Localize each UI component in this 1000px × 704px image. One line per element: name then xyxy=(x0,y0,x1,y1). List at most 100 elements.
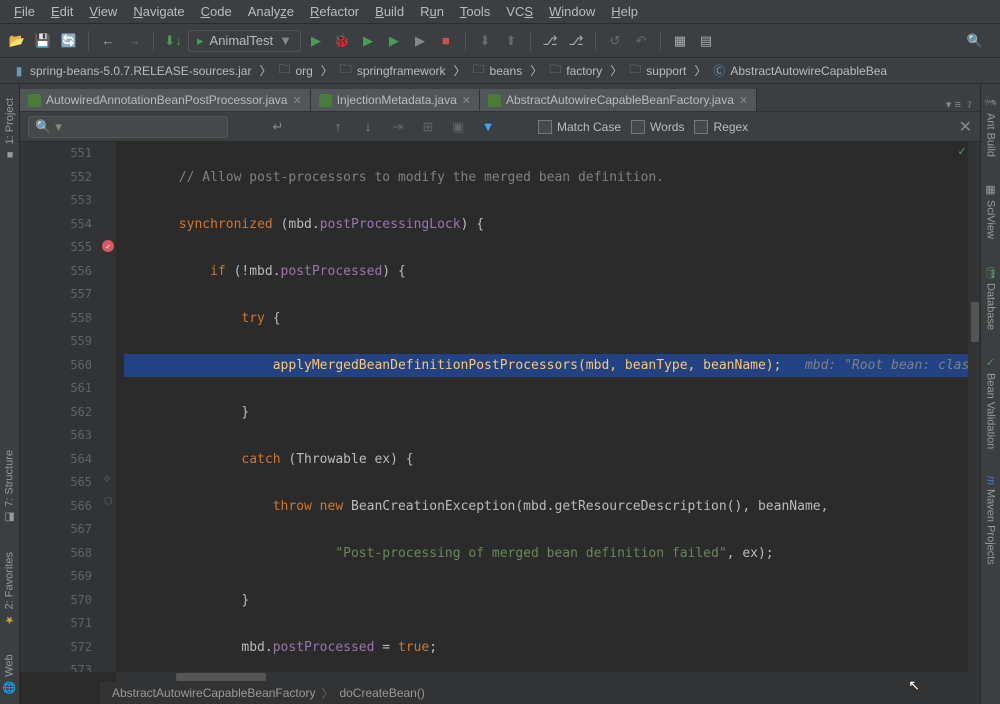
prev-match-icon[interactable]: ↑ xyxy=(328,117,348,137)
filter-icon[interactable]: ▼ xyxy=(478,117,498,137)
folder-icon: 🗀 xyxy=(628,64,642,78)
horizontal-scrollbar[interactable] xyxy=(116,672,980,682)
run-icon[interactable]: ▶ xyxy=(305,30,327,52)
editor-tabs: AutowiredAnnotationBeanPostProcessor.jav… xyxy=(20,84,980,112)
editor-breadcrumb: AbstractAutowireCapableBeanFactory 〉 doC… xyxy=(100,682,980,704)
branch-icon[interactable]: ⎇ xyxy=(539,30,561,52)
close-search-icon[interactable]: ✕ xyxy=(959,117,972,137)
revert-icon[interactable]: ↶ xyxy=(630,30,652,52)
ant-build-tool[interactable]: 🐜Ant Build xyxy=(984,92,997,161)
tab-autowired-processor[interactable]: AutowiredAnnotationBeanPostProcessor.jav… xyxy=(20,89,311,111)
close-icon[interactable]: ✕ xyxy=(739,94,748,107)
debug-icon[interactable]: 🐞 xyxy=(331,30,353,52)
crumb-springframework[interactable]: 🗀springframework xyxy=(333,62,454,80)
menu-code[interactable]: Code xyxy=(193,2,240,21)
folder-icon: 🗀 xyxy=(339,64,353,78)
checkbox-icon xyxy=(694,120,708,134)
menu-bar: File Edit View Navigate Code Analyze Ref… xyxy=(0,0,1000,24)
run-config-selector[interactable]: ▸ AnimalTest ▼ xyxy=(188,30,301,52)
cursor-icon: ↖ xyxy=(908,677,920,694)
fold-marker-icon[interactable]: ◇ xyxy=(104,473,110,484)
enter-icon[interactable]: ↵ xyxy=(268,117,288,137)
crumb-root[interactable]: ▮ spring-beans-5.0.7.RELEASE-sources.jar xyxy=(6,62,259,80)
stop-icon[interactable]: ■ xyxy=(435,30,457,52)
match-case-checkbox[interactable]: Match Case xyxy=(538,120,621,134)
fold-marker-icon[interactable]: ⬡ xyxy=(104,496,113,507)
breakpoint-icon[interactable]: ✓ xyxy=(102,240,114,252)
menu-window[interactable]: Window xyxy=(541,2,603,21)
folder-icon: 🗀 xyxy=(548,64,562,78)
database-tool[interactable]: 🛢Database xyxy=(984,261,997,334)
breadcrumb-class[interactable]: AbstractAutowireCapableBeanFactory xyxy=(112,686,315,700)
menu-run[interactable]: Run xyxy=(412,2,452,21)
add-selection-icon[interactable]: ⊞ xyxy=(418,117,438,137)
struct-icon[interactable]: ▦ xyxy=(669,30,691,52)
run-dash-icon[interactable]: ▤ xyxy=(695,30,717,52)
open-icon[interactable]: 📂 xyxy=(6,30,28,52)
menu-help[interactable]: Help xyxy=(603,2,646,21)
run-config-label: AnimalTest xyxy=(210,33,274,48)
history-icon[interactable]: ↺ xyxy=(604,30,626,52)
code-content[interactable]: // Allow post-processors to modify the m… xyxy=(116,142,968,672)
search-everywhere-icon[interactable]: 🔍 xyxy=(964,30,986,52)
menu-file[interactable]: File xyxy=(6,2,43,21)
menu-navigate[interactable]: Navigate xyxy=(125,2,192,21)
project-tool[interactable]: ■1: Project xyxy=(4,94,16,164)
favorites-tool[interactable]: ★2: Favorites xyxy=(3,548,16,630)
attach-icon[interactable]: ▶ xyxy=(409,30,431,52)
bean-validation-tool[interactable]: ✓Bean Validation xyxy=(984,352,997,453)
code-editor[interactable]: 551 552 553 554 555 556 557 558 559 560 … xyxy=(20,142,980,672)
crumb-org[interactable]: 🗀org xyxy=(271,62,320,80)
search-icon: 🔍 xyxy=(35,119,51,135)
sciview-tool[interactable]: ▦SciView xyxy=(984,179,997,243)
vcs-update-icon[interactable]: ⬇ xyxy=(474,30,496,52)
search-input[interactable]: 🔍 ▾ xyxy=(28,116,228,138)
tab-overflow[interactable]: ▾ ≡7 xyxy=(946,98,980,111)
fold-gutter: ✓ ◇ ⬡ xyxy=(100,142,116,672)
menu-refactor[interactable]: Refactor xyxy=(302,2,367,21)
jar-icon: ▮ xyxy=(12,64,26,78)
back-icon[interactable]: ← xyxy=(97,30,119,52)
menu-analyze[interactable]: Analyze xyxy=(240,2,302,21)
profile-icon[interactable]: ▶ xyxy=(383,30,405,52)
line-gutter: 551 552 553 554 555 556 557 558 559 560 … xyxy=(20,142,100,672)
crumb-support[interactable]: 🗀support xyxy=(622,62,694,80)
regex-checkbox[interactable]: Regex xyxy=(694,120,748,134)
checkbox-icon xyxy=(631,120,645,134)
crumb-beans[interactable]: 🗀beans xyxy=(466,62,531,80)
menu-edit[interactable]: Edit xyxy=(43,2,81,21)
close-icon[interactable]: ✕ xyxy=(292,94,301,107)
close-icon[interactable]: ✕ xyxy=(462,94,471,107)
build-icon[interactable]: ⬇↓ xyxy=(162,30,184,52)
left-tool-strip: ■1: Project ◧7: Structure ★2: Favorites … xyxy=(0,84,20,704)
folder-icon: 🗀 xyxy=(472,64,486,78)
sync-icon[interactable]: 🔄 xyxy=(58,30,80,52)
crumb-factory[interactable]: 🗀factory xyxy=(542,62,610,80)
menu-vcs[interactable]: VCS xyxy=(498,2,541,21)
branch2-icon[interactable]: ⎇ xyxy=(565,30,587,52)
next-match-icon[interactable]: ↓ xyxy=(358,117,378,137)
words-checkbox[interactable]: Words xyxy=(631,120,684,134)
breadcrumb-method[interactable]: doCreateBean() xyxy=(339,686,424,700)
filter2-icon[interactable]: ▣ xyxy=(448,117,468,137)
error-stripe[interactable]: ✓ xyxy=(968,142,980,672)
maven-tool[interactable]: mMaven Projects xyxy=(985,472,997,569)
crumb-class[interactable]: ⒸAbstractAutowireCapableBea xyxy=(706,62,895,80)
web-tool[interactable]: 🌐Web xyxy=(3,650,16,698)
tab-abstract-autowire[interactable]: AbstractAutowireCapableBeanFactory.java … xyxy=(480,89,757,111)
save-all-icon[interactable]: 💾 xyxy=(32,30,54,52)
menu-view[interactable]: View xyxy=(81,2,125,21)
scrollbar-thumb[interactable] xyxy=(176,673,266,681)
class-icon xyxy=(488,94,501,107)
select-all-icon[interactable]: ⇥ xyxy=(388,117,408,137)
forward-icon[interactable]: → xyxy=(123,30,145,52)
coverage-icon[interactable]: ▶ xyxy=(357,30,379,52)
menu-build[interactable]: Build xyxy=(367,2,412,21)
scrollbar-thumb[interactable] xyxy=(971,302,979,342)
structure-tool[interactable]: ◧7: Structure xyxy=(3,446,16,528)
main-toolbar: 📂 💾 🔄 ← → ⬇↓ ▸ AnimalTest ▼ ▶ 🐞 ▶ ▶ ▶ ■ … xyxy=(0,24,1000,58)
find-bar: 🔍 ▾ ↵ ↑ ↓ ⇥ ⊞ ▣ ▼ Match Case Words Regex… xyxy=(20,112,980,142)
menu-tools[interactable]: Tools xyxy=(452,2,498,21)
tab-injection-metadata[interactable]: InjectionMetadata.java ✕ xyxy=(311,89,480,111)
vcs-commit-icon[interactable]: ⬆ xyxy=(500,30,522,52)
